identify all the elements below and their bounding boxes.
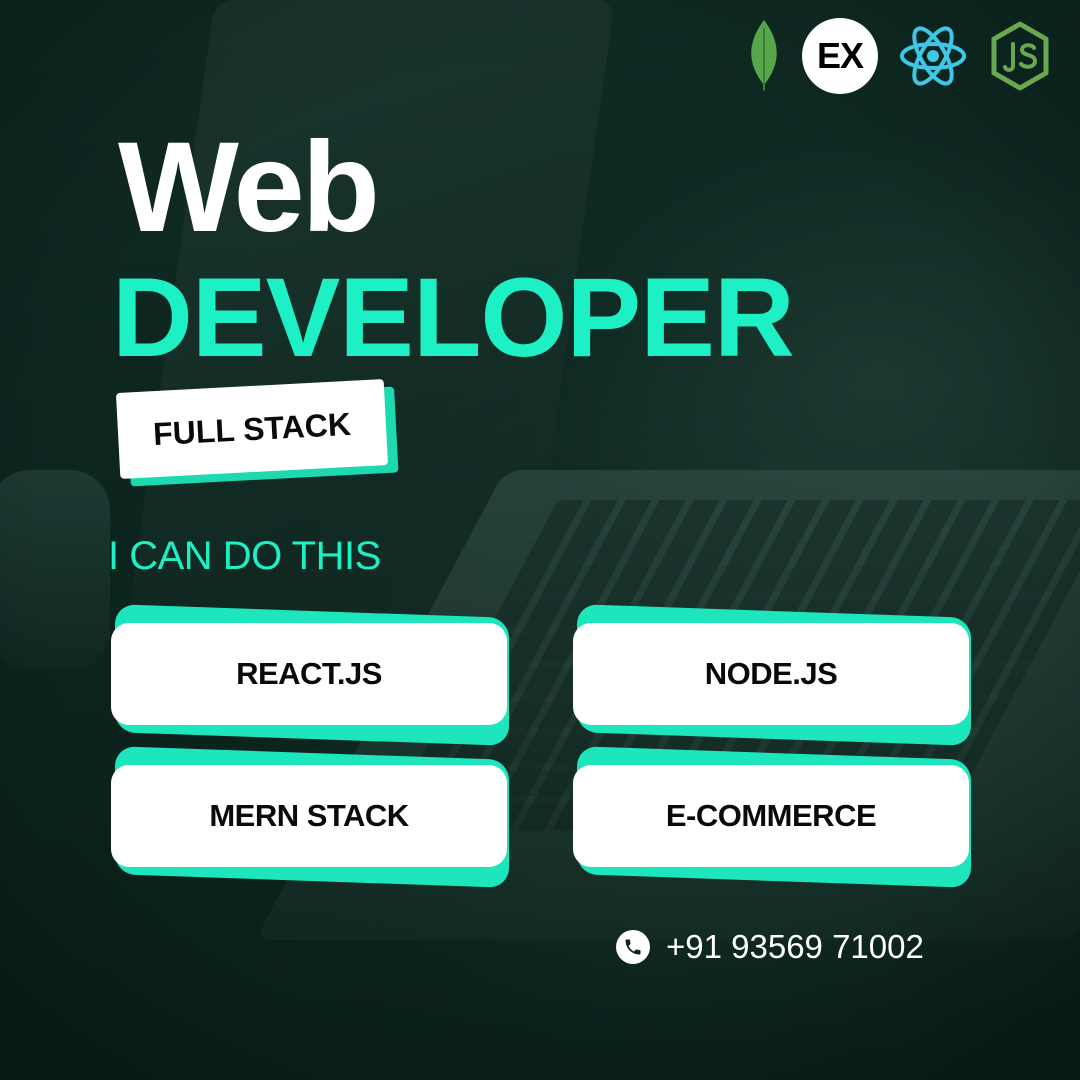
skill-card-label: REACT.JS	[111, 623, 507, 725]
skill-card-label: E-COMMERCE	[573, 765, 969, 867]
skill-card-node: NODE.JS	[573, 604, 971, 746]
title-web: Web	[118, 116, 380, 259]
tech-icons-row: EX	[746, 18, 1052, 94]
full-stack-badge: FULL STACK	[115, 379, 399, 487]
subtitle: I CAN DO THIS	[108, 534, 381, 578]
phone-icon	[616, 930, 650, 964]
phone-number: +91 93569 71002	[666, 928, 924, 965]
skill-card-label: MERN STACK	[111, 765, 507, 867]
badge-label: FULL STACK	[115, 379, 389, 479]
title-developer: DEVELOPER	[112, 255, 795, 380]
react-atom-icon	[900, 26, 966, 86]
skill-card-react: REACT.JS	[111, 604, 509, 746]
skill-card-ecommerce: E-COMMERCE	[573, 746, 971, 888]
nodejs-hexagon-icon	[991, 21, 1049, 91]
mongodb-leaf-icon	[751, 20, 777, 92]
express-icon-label: EX	[816, 35, 864, 76]
express-icon: EX	[802, 18, 878, 94]
skill-card-mern: MERN STACK	[111, 746, 509, 888]
contact-phone[interactable]: +91 93569 71002	[616, 928, 924, 966]
skill-card-label: NODE.JS	[573, 623, 969, 725]
